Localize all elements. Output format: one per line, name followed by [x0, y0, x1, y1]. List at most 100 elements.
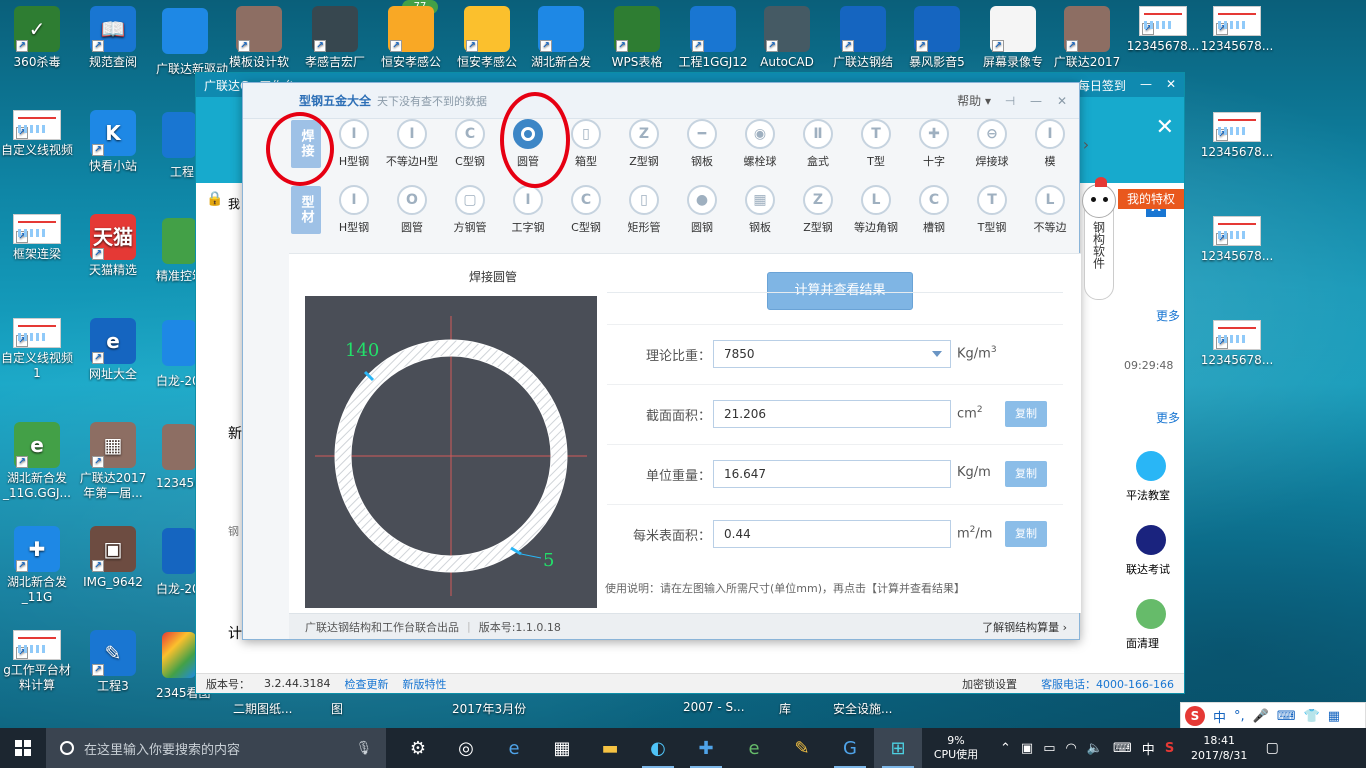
sogou-icon[interactable]: S — [1185, 706, 1205, 726]
desktop-col2-icon-item[interactable]: ▦ ↗ 广联达2017年第一届... — [76, 422, 150, 501]
diameter-input[interactable]: 140 — [345, 340, 379, 361]
precision-control-icon[interactable] — [162, 218, 196, 264]
desktop-top-icon-item[interactable]: ↗ 工程1GGJ12 — [676, 6, 750, 70]
close-icon[interactable]: ✕ — [1156, 115, 1174, 140]
close-icon[interactable]: ✕ — [1055, 94, 1069, 108]
ime-toolbar[interactable]: S 中 °, 🎤 ⌨ 👕 ▦ — [1180, 702, 1366, 730]
book-icon[interactable] — [1136, 451, 1166, 481]
steel-calc-app-icon[interactable]: ⊞ — [874, 728, 922, 768]
desktop-col1-icon-item[interactable]: ✚ ↗ 湖北新合发_11G — [0, 526, 74, 605]
tool-profile-11[interactable]: T T型钢 — [963, 185, 1021, 235]
guanglianda-app-icon[interactable]: ◐ — [634, 728, 682, 768]
copy-weight-button[interactable]: 复制 — [1005, 461, 1047, 487]
desktop-top-icon-item[interactable]: ↗ 12345678... — [1126, 6, 1200, 54]
desktop-col1-icon-item[interactable]: ↗ 框架连梁 — [0, 214, 74, 262]
desktop-icon-label[interactable]: 工程 — [170, 163, 194, 180]
desktop-top-icon-item[interactable]: ↗ 恒安孝感公 — [450, 6, 524, 70]
tool-profile-4[interactable]: C C型钢 — [557, 185, 615, 235]
new-features-link[interactable]: 新版特性 — [402, 676, 446, 692]
network-icon[interactable]: ▭ — [1043, 741, 1055, 756]
desktop-top-icon-item[interactable]: ↗ 湖北新合发 — [524, 6, 598, 70]
grid-icon[interactable]: ▦ — [1328, 709, 1340, 724]
taskbar-search[interactable]: 在这里输入你要搜索的内容 🎙 — [46, 728, 386, 768]
desktop-col1-icon-item[interactable]: ↗ g工作平台材料计算 — [0, 630, 74, 693]
desktop-top-icon-item[interactable]: ↗ 模板设计软 — [222, 6, 296, 70]
surface-field[interactable]: 0.44 — [713, 520, 951, 548]
desktop-col1-icon-item[interactable]: e ↗ 湖北新合发_11G.GGJ... — [0, 422, 74, 501]
desktop-top-icon-item[interactable]: ↗ WPS表格 — [600, 6, 674, 70]
chevron-up-icon[interactable]: ⌃ — [1000, 741, 1011, 756]
tool-welded-10[interactable]: ✚ 十字 — [905, 119, 963, 169]
desktop-right-icon-item[interactable]: ↗ 12345678... — [1200, 216, 1274, 264]
copy-surface-button[interactable]: 复制 — [1005, 521, 1047, 547]
desktop-col2-icon-item[interactable]: K ↗ 快看小站 — [76, 110, 150, 174]
tool-welded-11[interactable]: ⊖ 焊接球 — [963, 119, 1021, 169]
desktop-top-icon-item[interactable]: ↗ 广联达钢结 — [826, 6, 900, 70]
tool-welded-5[interactable]: Z Z型钢 — [615, 119, 673, 169]
desktop-icon-label[interactable]: 2017年3月份 — [452, 700, 526, 717]
wifi-icon[interactable]: ◠ — [1066, 741, 1077, 756]
start-button[interactable] — [0, 728, 46, 768]
bailong-2016-icon[interactable] — [162, 320, 196, 366]
xinhefa-app-icon[interactable]: ✚ — [682, 728, 730, 768]
mic-icon[interactable]: 🎙 — [355, 741, 372, 756]
browser-swirl-icon[interactable]: ◎ — [442, 728, 490, 768]
keyboard-icon[interactable]: ⌨ — [1113, 741, 1132, 756]
desktop-icon-label[interactable]: 库 — [779, 700, 791, 717]
sogou-tray-icon[interactable]: S — [1165, 741, 1174, 756]
people-icon[interactable]: ▣ — [1021, 741, 1033, 756]
tool-welded-8[interactable]: Ⅱ 盒式 — [789, 119, 847, 169]
tool-welded-1[interactable]: I 不等边H型 — [383, 119, 441, 169]
clean-icon[interactable] — [1136, 599, 1166, 629]
clock[interactable]: 18:41 2017/8/31 — [1184, 733, 1254, 763]
edge-icon[interactable]: e — [490, 728, 538, 768]
thickness-input[interactable]: 5 — [543, 550, 554, 571]
desktop-top-icon-item[interactable]: ↗ AutoCAD — [750, 6, 824, 70]
chevron-right-icon[interactable]: › — [1079, 135, 1093, 154]
desktop-col1-icon-item[interactable]: ✓ ↗ 360杀毒 — [0, 6, 74, 70]
density-select[interactable]: 7850 — [713, 340, 951, 368]
ime-indicator[interactable]: 中 — [1142, 739, 1155, 758]
learn-more-link[interactable]: 了解钢结构算量 › — [982, 619, 1067, 635]
desktop-top-icon-item[interactable]: ↗ 恒安孝感公 — [374, 6, 448, 70]
tool-profile-10[interactable]: C 槽钢 — [905, 185, 963, 235]
desktop-icon-label[interactable]: 图 — [331, 700, 343, 717]
bailong-2017-icon[interactable] — [162, 528, 196, 574]
check-update-link[interactable]: 检查更新 — [344, 676, 388, 692]
desktop-top-icon-item[interactable]: ↗ 广联达2017 — [1050, 6, 1124, 70]
desktop-top-icon-item[interactable]: ↗ 暴风影音5 — [900, 6, 974, 70]
calculate-button[interactable]: 计算并查看结果 — [767, 272, 913, 310]
guanglianda-driver-icon[interactable] — [162, 8, 208, 54]
right-item-label[interactable]: 面清理 — [1126, 635, 1159, 651]
tool-profile-0[interactable]: I H型钢 — [325, 185, 383, 235]
tool-profile-1[interactable]: O 圆管 — [383, 185, 441, 235]
cpu-meter[interactable]: 9% CPU使用 — [926, 734, 986, 762]
tool-profile-5[interactable]: ▯ 矩形管 — [615, 185, 673, 235]
tool-profile-3[interactable]: I 工字钢 — [499, 185, 557, 235]
tool-welded-9[interactable]: T T型 — [847, 119, 905, 169]
desktop-col2-icon-item[interactable]: 天猫 ↗ 天猫精选 — [76, 214, 150, 278]
minimize-icon[interactable]: — — [1029, 94, 1043, 108]
notes-app-icon[interactable]: ✎ — [778, 728, 826, 768]
giac-icon[interactable] — [1136, 525, 1166, 555]
desktop-icon-label[interactable]: 2007 - S... — [683, 700, 745, 714]
skin-icon[interactable]: 👕 — [1304, 709, 1320, 724]
store-icon[interactable]: ▦ — [538, 728, 586, 768]
desktop-icon-label[interactable]: 安全设施... — [833, 700, 892, 717]
desktop-right-icon-item[interactable]: ↗ 12345678... — [1200, 112, 1274, 160]
tool-profile-6[interactable]: ● 圆钢 — [673, 185, 731, 235]
volume-icon[interactable]: 🔈 — [1087, 741, 1103, 756]
copy-area-button[interactable]: 复制 — [1005, 401, 1047, 427]
desktop-col1-icon-item[interactable]: ↗ 自定义线视频1 — [0, 318, 74, 381]
tool-welded-12[interactable]: I模 — [1021, 119, 1079, 169]
weight-field[interactable]: 16.647 — [713, 460, 951, 488]
more-link[interactable]: 更多 — [1156, 307, 1180, 324]
mic-icon[interactable]: 🎤 — [1253, 709, 1269, 724]
profile-category-tag[interactable]: 型材 — [291, 186, 321, 234]
lock-settings-link[interactable]: 加密锁设置 — [962, 676, 1017, 692]
help-menu[interactable]: 帮助 ▾ — [957, 92, 991, 109]
desktop-col2-icon-item[interactable]: ✎ ↗ 工程3 — [76, 630, 150, 694]
tool-profile-8[interactable]: Z Z型钢 — [789, 185, 847, 235]
more-link[interactable]: 更多 — [1156, 409, 1180, 426]
desktop-icon-label[interactable]: 二期图纸... — [233, 700, 292, 717]
